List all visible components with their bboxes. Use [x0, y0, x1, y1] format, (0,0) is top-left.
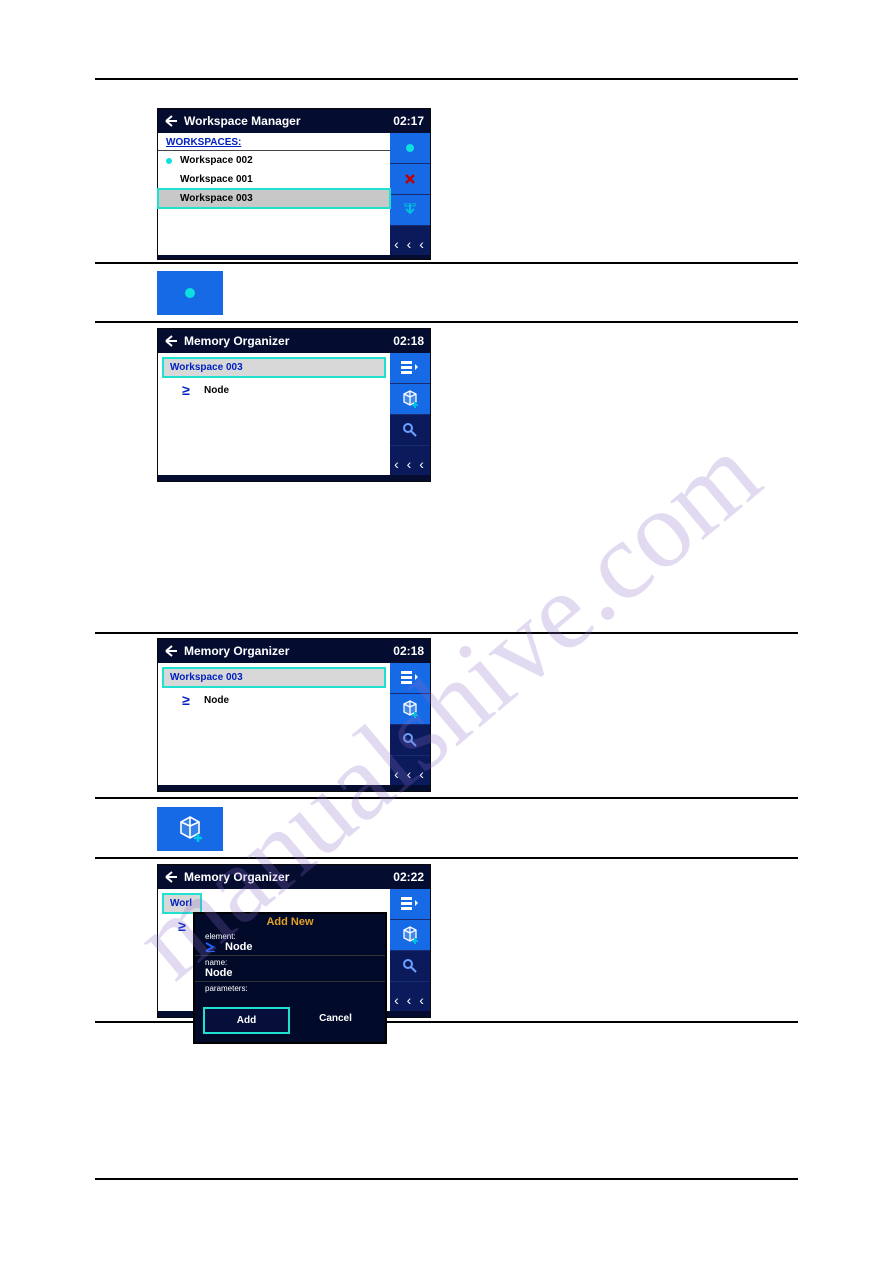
- screen-title: Memory Organizer: [184, 870, 289, 884]
- node-row[interactable]: ≥ Node: [158, 382, 390, 398]
- select-button[interactable]: [390, 133, 430, 164]
- screen-title: Workspace Manager: [184, 114, 301, 128]
- screen-title: Memory Organizer: [184, 644, 289, 658]
- dialog-element-value[interactable]: Node: [195, 941, 385, 956]
- back-icon[interactable]: [164, 871, 178, 883]
- workspace-manager-screen: Workspace Manager 02:17 WORKSPACES: Work…: [157, 108, 431, 260]
- clock-time: 02:18: [393, 334, 424, 348]
- sidebar: ‹ ‹ ‹: [390, 133, 430, 255]
- node-arrow-icon: ≥: [182, 384, 198, 396]
- node-row[interactable]: ≥ Node: [158, 692, 390, 708]
- pager[interactable]: ‹ ‹ ‹: [390, 989, 430, 1011]
- list-menu-button[interactable]: [390, 663, 430, 694]
- node-label: Node: [204, 695, 229, 706]
- title-bar: Workspace Manager 02:17: [158, 109, 430, 133]
- memory-organizer-screen: Memory Organizer 02:18 Workspace 003 ≥ N…: [157, 638, 431, 792]
- workspaces-heading: WORKSPACES:: [158, 133, 390, 151]
- divider: [95, 1178, 798, 1180]
- pager[interactable]: ‹ ‹ ‹: [390, 453, 430, 475]
- search-button[interactable]: [390, 951, 430, 982]
- list-menu-button[interactable]: [390, 889, 430, 920]
- dialog-name-value[interactable]: Node: [195, 967, 385, 982]
- delete-button[interactable]: [390, 164, 430, 195]
- divider: [95, 857, 798, 859]
- pager[interactable]: ‹ ‹ ‹: [390, 763, 430, 785]
- screen-title: Memory Organizer: [184, 334, 289, 348]
- add-button[interactable]: Add: [203, 1007, 290, 1034]
- add-structure-button[interactable]: [390, 694, 430, 725]
- workspace-label-partial: Worl: [162, 893, 202, 914]
- add-structure-action-button[interactable]: [157, 807, 223, 851]
- dialog-name-label: name:: [195, 956, 385, 967]
- cancel-button[interactable]: Cancel: [294, 1007, 377, 1034]
- node-arrow-icon: ≥: [182, 694, 198, 706]
- memory-organizer-screen: Memory Organizer 02:18 Workspace 003 ≥ N…: [157, 328, 431, 482]
- back-icon[interactable]: [164, 335, 178, 347]
- dialog-parameters-label: parameters:: [195, 982, 385, 999]
- back-icon[interactable]: [164, 645, 178, 657]
- node-label: Node: [204, 385, 229, 396]
- search-button[interactable]: [390, 725, 430, 756]
- sidebar: ‹ ‹ ‹: [390, 889, 430, 1011]
- node-chevron-icon: [205, 942, 219, 952]
- memory-organizer-add-new-screen: Memory Organizer 02:22 Worl ≥ Add New el…: [157, 864, 431, 1018]
- clock-time: 02:18: [393, 644, 424, 658]
- back-icon[interactable]: [164, 115, 178, 127]
- workspace-label-selected[interactable]: Workspace 003: [162, 667, 386, 688]
- workspace-item[interactable]: Workspace 002: [158, 151, 390, 170]
- pager[interactable]: ‹ ‹ ‹: [390, 233, 430, 255]
- dialog-element-label: element:: [195, 930, 385, 941]
- add-new-dialog: Add New element: Node name: Node paramet…: [194, 913, 386, 1043]
- divider: [95, 78, 798, 80]
- workspace-label-selected[interactable]: Workspace 003: [162, 357, 386, 378]
- title-bar: Memory Organizer 02:18: [158, 639, 430, 663]
- divider: [95, 321, 798, 323]
- list-menu-button[interactable]: [390, 353, 430, 384]
- title-bar: Memory Organizer 02:18: [158, 329, 430, 353]
- node-arrow-icon: ≥: [178, 920, 194, 932]
- workspace-item[interactable]: Workspace 001: [158, 170, 390, 189]
- title-bar: Memory Organizer 02:22: [158, 865, 430, 889]
- dialog-title: Add New: [195, 914, 385, 930]
- clock-time: 02:22: [393, 870, 424, 884]
- sidebar: ‹ ‹ ‹: [390, 663, 430, 785]
- add-structure-button[interactable]: [390, 384, 430, 415]
- divider: [95, 632, 798, 634]
- sidebar: ‹ ‹ ‹: [390, 353, 430, 475]
- download-button[interactable]: [390, 195, 430, 226]
- divider: [95, 797, 798, 799]
- clock-time: 02:17: [393, 114, 424, 128]
- select-action-button[interactable]: [157, 271, 223, 315]
- search-button[interactable]: [390, 415, 430, 446]
- dialog-element-text: Node: [225, 941, 253, 953]
- add-structure-button[interactable]: [390, 920, 430, 951]
- divider: [95, 262, 798, 264]
- workspace-item-selected[interactable]: Workspace 003: [158, 189, 390, 208]
